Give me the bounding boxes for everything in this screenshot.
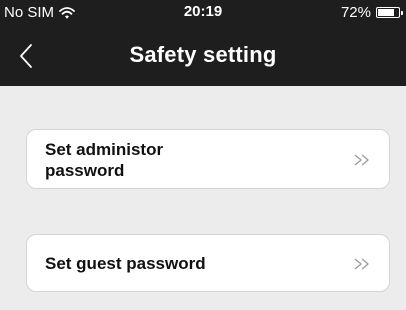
battery-percent: 72% [340, 4, 371, 21]
settings-list: Set administor password Set guest passwo… [0, 86, 406, 310]
double-chevron-right-icon [353, 257, 371, 271]
status-right: 72% [340, 4, 403, 21]
nav-bar: Safety setting [0, 26, 406, 86]
battery-fill [378, 9, 394, 16]
battery-tip [401, 11, 403, 15]
battery-icon [376, 7, 403, 18]
app-screen: No SIM 20:19 72% Safety setting Set admi… [0, 0, 406, 310]
set-guest-password-label: Set guest password [45, 254, 206, 273]
set-admin-password-label: Set administor password [45, 140, 164, 180]
set-admin-password-item[interactable]: Set administor password [26, 129, 390, 189]
set-guest-password-item[interactable]: Set guest password [26, 234, 390, 292]
page-title: Safety setting [129, 42, 277, 67]
status-bar: No SIM 20:19 72% [0, 0, 406, 26]
double-chevron-right-icon [353, 153, 371, 167]
